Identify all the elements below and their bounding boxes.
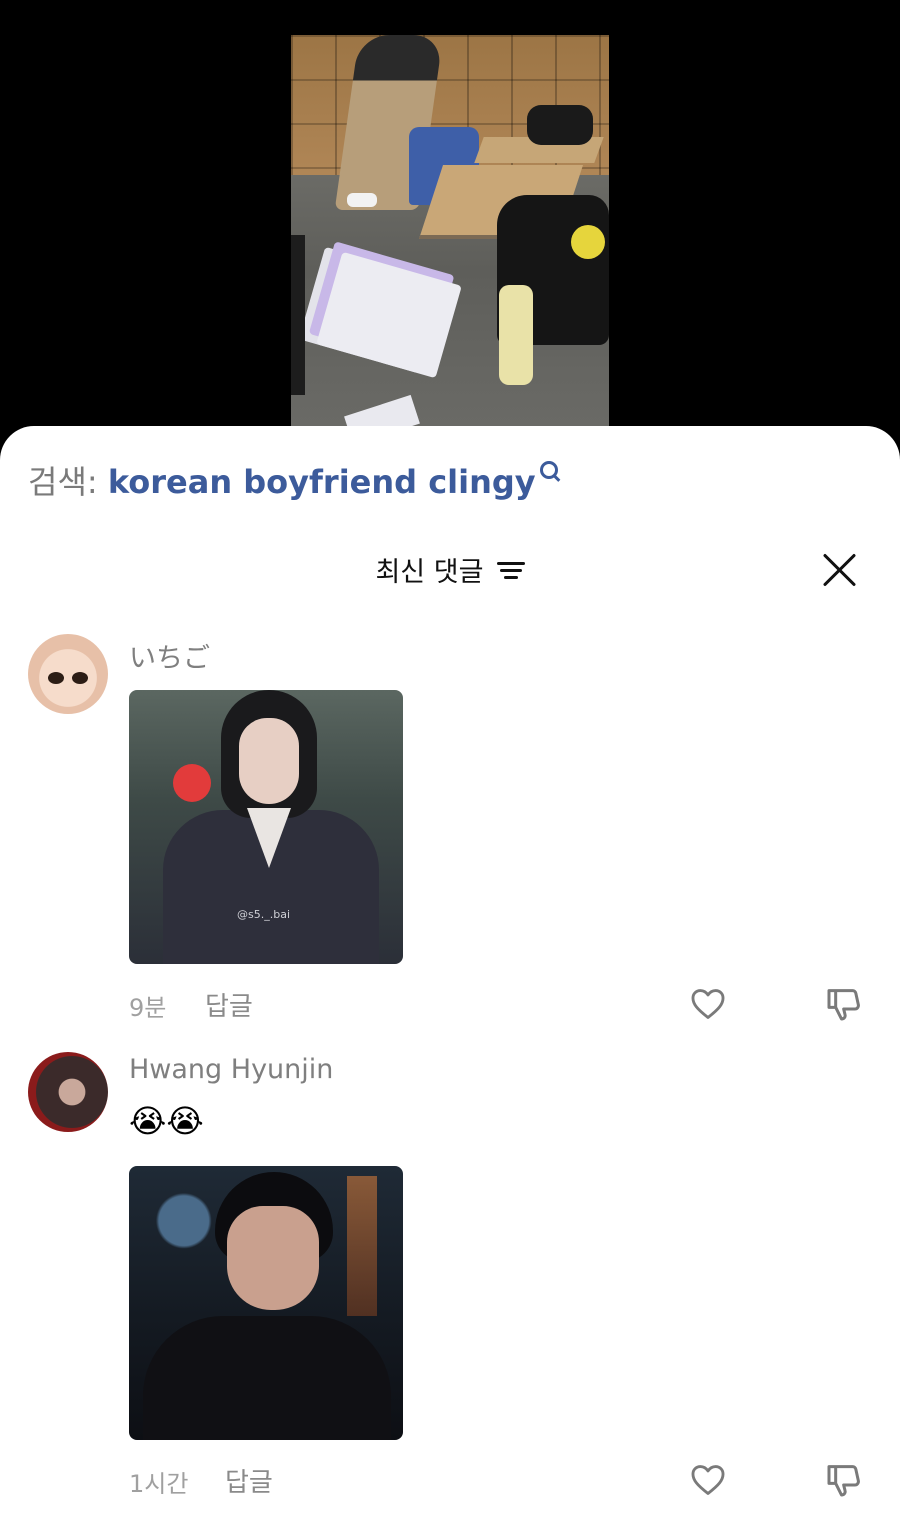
comment-username[interactable]: いちご bbox=[129, 636, 210, 675]
video-shoe bbox=[347, 193, 377, 207]
image-watermark: @s5._.bai bbox=[237, 908, 291, 921]
sort-label[interactable]: 최신 댓글 bbox=[375, 557, 483, 588]
video-bag bbox=[527, 105, 593, 145]
comment-image[interactable] bbox=[129, 1166, 403, 1440]
comment-time: 9분 bbox=[129, 994, 167, 1022]
video-frame[interactable] bbox=[291, 35, 609, 427]
heart-icon[interactable] bbox=[689, 985, 727, 1023]
filter-sort-icon[interactable] bbox=[496, 560, 525, 580]
comment-text: 😭😭 bbox=[129, 1102, 204, 1140]
search-query-link[interactable]: korean boyfriend clingy bbox=[108, 463, 536, 501]
video-player[interactable] bbox=[0, 0, 900, 440]
heart-icon[interactable] bbox=[689, 1461, 727, 1499]
search-icon[interactable] bbox=[539, 461, 558, 479]
comments-sheet: 검색: korean boyfriend clingy 최신 댓글 いちご @s… bbox=[0, 426, 900, 1515]
avatar[interactable] bbox=[28, 634, 108, 714]
video-papers bbox=[316, 251, 462, 379]
video-paper-sheet bbox=[344, 394, 420, 427]
video-shadow bbox=[291, 235, 305, 395]
search-suggestion[interactable]: 검색: korean boyfriend clingy bbox=[28, 461, 558, 502]
reply-button[interactable]: 답글 bbox=[225, 1462, 273, 1499]
comments-sort-header: 최신 댓글 bbox=[0, 550, 900, 589]
thumbs-down-icon[interactable] bbox=[824, 1460, 864, 1500]
search-prefix: 검색: bbox=[28, 463, 98, 501]
video-bottle bbox=[499, 285, 533, 385]
avatar[interactable] bbox=[28, 1052, 108, 1132]
video-backpack-tag bbox=[571, 225, 605, 259]
comment-image[interactable]: @s5._.bai bbox=[129, 690, 403, 964]
angry-face-sticker bbox=[173, 764, 211, 802]
comment-username[interactable]: Hwang Hyunjin bbox=[129, 1054, 333, 1085]
comment-time: 1시간 bbox=[129, 1470, 189, 1498]
close-icon[interactable] bbox=[822, 552, 858, 588]
reply-button[interactable]: 답글 bbox=[205, 986, 253, 1023]
thumbs-down-icon[interactable] bbox=[824, 984, 864, 1024]
